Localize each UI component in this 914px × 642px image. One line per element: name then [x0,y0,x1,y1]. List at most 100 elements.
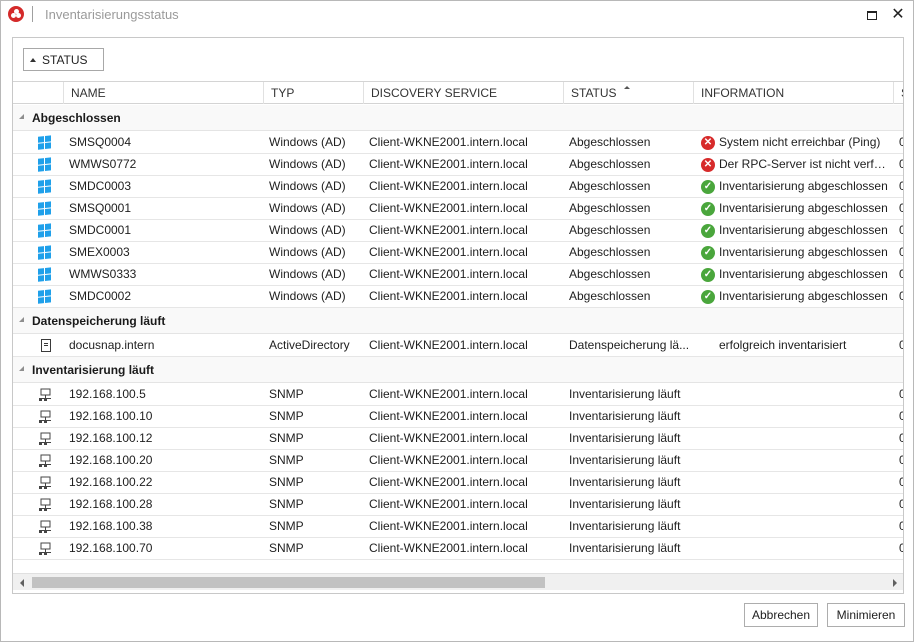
cell-discovery-service: Client-WKNE2001.intern.local [369,245,528,259]
column-header-discovery-service[interactable]: DISCOVERY SERVICE [363,82,563,104]
cell-truncated: 0 [899,220,903,242]
cell-type: SNMP [269,387,304,401]
scrollbar-thumb[interactable] [32,577,545,588]
app-logo-icon [8,6,24,22]
cell-type: Windows (AD) [269,245,346,259]
cell-status: Abgeschlossen [569,267,651,281]
cell-type: SNMP [269,409,304,423]
cell-status: Inventarisierung läuft [569,541,681,555]
cell-information [719,384,891,406]
table-row[interactable]: WMWS0772 Windows (AD) Client-WKNE2001.inte… [13,154,903,176]
cell-name: SMSQ0001 [69,201,132,215]
maximize-button[interactable] [863,6,881,24]
close-icon: ✕ [891,6,905,23]
cell-status: Inventarisierung läuft [569,409,681,423]
cell-truncated: 0 [899,335,903,357]
cell-name: 192.168.100.38 [69,519,153,533]
inventory-status-window: Inventarisierungsstatus ✕ STATUS NAME TY… [0,0,914,642]
cell-truncated: 0 [899,242,903,264]
cell-discovery-service: Client-WKNE2001.intern.local [369,201,528,215]
document-icon [41,339,51,352]
check-icon: ✓ [701,180,715,194]
cell-type: Windows (AD) [269,289,346,303]
cell-information [719,428,891,450]
cell-type: Windows (AD) [269,223,346,237]
windows-icon [38,135,52,150]
cell-information: erfolgreich inventarisiert [719,338,847,352]
table-row[interactable]: docusnap.intern ActiveDirectory Client-WKN… [13,335,903,357]
cell-name: WMWS0333 [69,267,137,281]
cell-type: Windows (AD) [269,135,346,149]
cell-discovery-service: Client-WKNE2001.intern.local [369,179,528,193]
cell-truncated: 0 [899,538,903,560]
scroll-right-button[interactable] [886,575,903,590]
network-device-icon [38,542,52,556]
table-row[interactable]: SMSQ0001 Windows (AD) Client-WKNE2001.inte… [13,198,903,220]
cell-truncated: 0 [899,264,903,286]
group-chip-label: STATUS [42,52,88,67]
group-header-row[interactable]: Abgeschlossen [13,105,903,131]
maximize-icon [867,10,877,20]
group-header-row[interactable]: Datenspeicherung läuft [13,308,903,334]
table-row[interactable]: 192.168.100.5 SNMP Client-WKNE2001.intern.… [13,384,903,406]
collapse-group-icon[interactable] [19,317,24,322]
close-button[interactable]: ✕ [889,6,907,24]
horizontal-scrollbar[interactable] [13,573,903,590]
table-row[interactable]: 192.168.100.38 SNMP Client-WKNE2001.intern… [13,516,903,538]
cell-type: SNMP [269,475,304,489]
cancel-button[interactable]: Abbrechen [744,603,818,627]
cell-type: SNMP [269,453,304,467]
group-header-row[interactable]: Inventarisierung läuft [13,357,903,383]
cell-name: SMEX0003 [69,245,130,259]
sort-ascending-icon [30,57,36,62]
table-row[interactable]: SMSQ0004 Windows (AD) Client-WKNE2001.inte… [13,132,903,154]
cell-information: Inventarisierung abgeschlossen [719,289,888,303]
table-row[interactable]: SMEX0003 Windows (AD) Client-WKNE2001.inte… [13,242,903,264]
network-device-icon [38,388,52,402]
cell-discovery-service: Client-WKNE2001.intern.local [369,519,528,533]
cell-discovery-service: Client-WKNE2001.intern.local [369,135,528,149]
collapse-group-icon[interactable] [19,366,24,371]
table-row[interactable]: 192.168.100.22 SNMP Client-WKNE2001.intern… [13,472,903,494]
group-by-status-chip[interactable]: STATUS [23,48,104,71]
scroll-right-icon [892,578,897,587]
table-row[interactable]: SMDC0001 Windows (AD) Client-WKNE2001.inte… [13,220,903,242]
column-header-name[interactable]: NAME [63,82,263,104]
minimize-button[interactable]: Minimieren [827,603,905,627]
table-row[interactable]: 192.168.100.12 SNMP Client-WKNE2001.intern… [13,428,903,450]
error-icon: ✕ [701,158,715,172]
table-row[interactable]: 192.168.100.28 SNMP Client-WKNE2001.intern… [13,494,903,516]
table-row[interactable]: 192.168.100.20 SNMP Client-WKNE2001.intern… [13,450,903,472]
table-row[interactable]: SMDC0002 Windows (AD) Client-WKNE2001.inte… [13,286,903,308]
cell-status: Inventarisierung läuft [569,453,681,467]
cell-truncated: 0 [899,286,903,308]
cell-status: Inventarisierung läuft [569,431,681,445]
cell-type: SNMP [269,497,304,511]
cell-truncated: 0 [899,494,903,516]
table-row[interactable]: 192.168.100.70 SNMP Client-WKNE2001.intern… [13,538,903,560]
cell-discovery-service: Client-WKNE2001.intern.local [369,475,528,489]
group-title: Datenspeicherung läuft [32,314,166,328]
table-row[interactable]: SMDC0003 Windows (AD) Client-WKNE2001.inte… [13,176,903,198]
collapse-group-icon[interactable] [19,114,24,119]
cell-name: WMWS0772 [69,157,137,171]
cell-status: Inventarisierung läuft [569,519,681,533]
cell-status: Abgeschlossen [569,223,651,237]
column-header-type[interactable]: TYP [263,82,363,104]
cell-status: Abgeschlossen [569,245,651,259]
column-header-information[interactable]: INFORMATION [693,82,893,104]
cell-name: 192.168.100.10 [69,409,153,423]
cell-status: Abgeschlossen [569,201,651,215]
windows-icon [38,201,52,216]
cell-information [719,516,891,538]
cell-status: Inventarisierung läuft [569,387,681,401]
cell-truncated: 0 [899,176,903,198]
table-row[interactable]: WMWS0333 Windows (AD) Client-WKNE2001.inte… [13,264,903,286]
table-row[interactable]: 192.168.100.10 SNMP Client-WKNE2001.intern… [13,406,903,428]
inventory-grid: NAME TYP DISCOVERY SERVICE STATUS INFORM… [13,81,903,572]
cell-type: Windows (AD) [269,179,346,193]
scroll-left-button[interactable] [13,575,30,590]
cell-information: Der RPC-Server ist nicht verfüg... [719,157,891,171]
column-header-truncated[interactable]: S [893,82,903,104]
cell-name: 192.168.100.12 [69,431,153,445]
